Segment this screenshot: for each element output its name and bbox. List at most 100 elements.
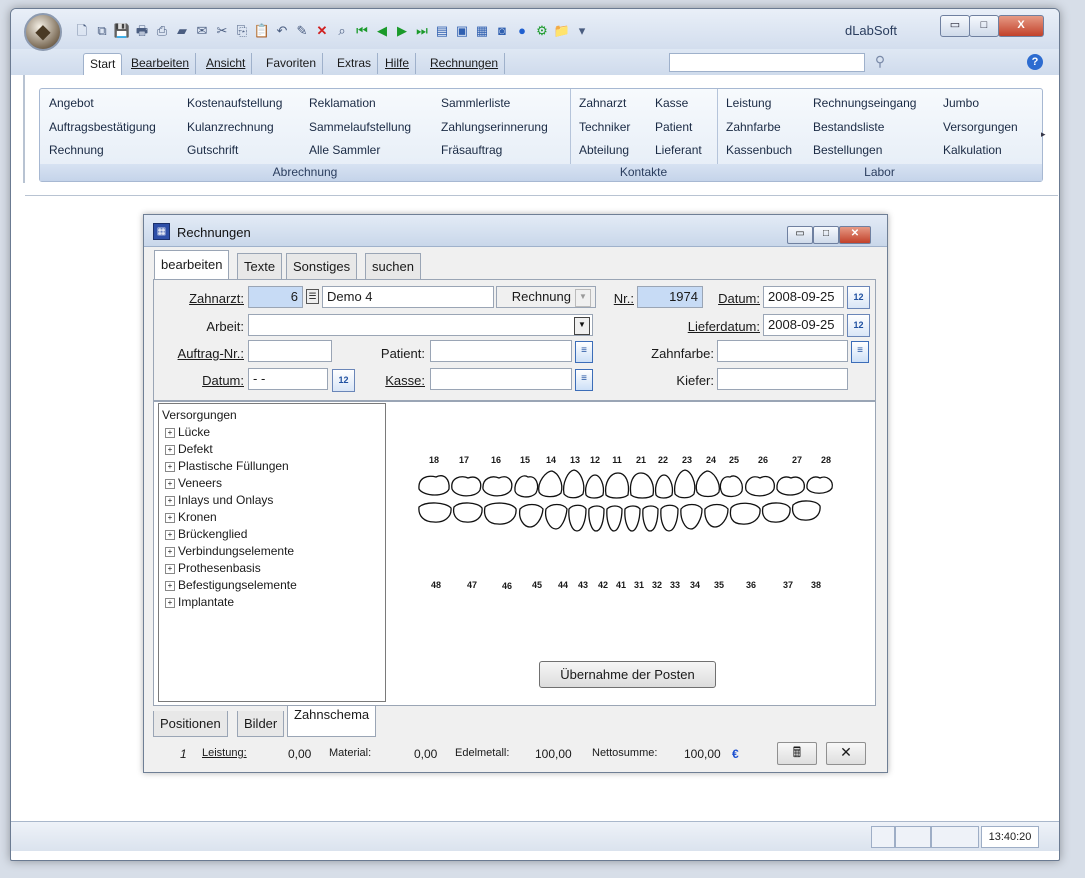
ribbon-scroll-right-icon[interactable]: ▸ — [1041, 129, 1049, 143]
edit-icon[interactable]: ✎ — [293, 22, 311, 40]
new-document-icon[interactable]: 🗋 — [73, 22, 91, 40]
eraser-icon[interactable]: ▰ — [173, 22, 191, 40]
folder-icon[interactable]: 📁 — [553, 22, 571, 40]
chevron-down-icon[interactable]: ▼ — [574, 317, 590, 335]
ribbon-item-zahnarzt[interactable]: Zahnarzt — [579, 96, 626, 110]
tab-zahnschema[interactable]: Zahnschema — [287, 706, 377, 737]
copy-document-icon[interactable]: ⧉ — [93, 22, 111, 40]
ribbon-item-reklamation[interactable]: Reklamation — [309, 96, 376, 110]
find-icon[interactable]: ⌕ — [333, 22, 351, 40]
uebernahme-button[interactable]: Übernahme der Posten — [539, 661, 716, 688]
tree-item[interactable]: + Brückenglied — [165, 527, 247, 541]
tools-icon[interactable]: ⚙ — [533, 22, 551, 40]
tab-bilder[interactable]: Bilder — [237, 711, 285, 737]
tree-item[interactable]: + Kronen — [165, 510, 217, 524]
print-icon[interactable]: 🖶 — [133, 22, 151, 40]
paste-icon[interactable]: 📋 — [253, 22, 271, 40]
zahnarzt-number-field[interactable]: 6 — [248, 286, 303, 308]
cancel-button[interactable]: ✕ — [826, 742, 866, 765]
delete-icon[interactable]: ✕ — [313, 22, 331, 40]
nr-field[interactable]: 1974 — [637, 286, 703, 308]
arbeit-field[interactable] — [248, 314, 593, 336]
expand-icon[interactable]: + — [165, 580, 175, 591]
zahnfarbe-list-icon[interactable]: ≡ — [851, 341, 869, 363]
menu-tab-hilfe[interactable]: Hilfe — [379, 53, 417, 74]
cut-icon[interactable]: ✂ — [213, 22, 231, 40]
ribbon-item-jumbo[interactable]: Jumbo — [943, 96, 979, 110]
mail-icon[interactable]: ✉ — [193, 22, 211, 40]
search-input[interactable] — [669, 53, 865, 72]
ribbon-item-lieferant[interactable]: Lieferant — [655, 143, 702, 157]
lieferdatum-field[interactable]: 2008-09-25 — [763, 314, 844, 336]
ribbon-item-bestandsliste[interactable]: Bestandsliste — [813, 120, 884, 134]
expand-icon[interactable]: + — [165, 444, 175, 455]
ribbon-item-auftragsbestaetigung[interactable]: Auftragsbestätigung — [49, 120, 156, 134]
tree-item[interactable]: + Veneers — [165, 476, 222, 490]
tree-root[interactable]: Versorgungen — [162, 408, 237, 422]
expand-icon[interactable]: + — [165, 529, 175, 540]
previous-record-icon[interactable]: ◀ — [373, 22, 391, 40]
teeth-chart[interactable] — [416, 467, 846, 567]
undo-icon[interactable]: ↶ — [273, 22, 291, 40]
versorgungen-tree[interactable]: Versorgungen + Lücke + Defekt + Plastische … — [158, 403, 386, 702]
expand-icon[interactable]: + — [165, 427, 175, 438]
zahnfarbe-field[interactable] — [717, 340, 848, 362]
ribbon-item-bestellungen[interactable]: Bestellungen — [813, 143, 882, 157]
tab-sonstiges[interactable]: Sonstiges — [286, 253, 358, 279]
kiefer-field[interactable] — [717, 368, 848, 390]
expand-icon[interactable]: + — [165, 563, 175, 574]
search-icon[interactable]: ⚲ — [871, 53, 889, 71]
last-record-icon[interactable]: ⏭ — [413, 22, 431, 40]
tree-item[interactable]: + Verbindungselemente — [165, 544, 294, 558]
list-view-icon[interactable]: ▤ — [433, 22, 451, 40]
tree-item[interactable]: + Defekt — [165, 442, 213, 456]
ribbon-item-angebot[interactable]: Angebot — [49, 96, 94, 110]
ribbon-item-abteilung[interactable]: Abteilung — [579, 143, 629, 157]
expand-icon[interactable]: + — [165, 597, 175, 608]
save-icon[interactable]: 💾 — [113, 22, 131, 40]
calendar-icon[interactable]: 12 — [847, 314, 870, 337]
maximize-button[interactable]: □ — [969, 15, 999, 37]
zahnarzt-name-field[interactable]: Demo 4 — [322, 286, 494, 308]
ribbon-item-kulanzrechnung[interactable]: Kulanzrechnung — [187, 120, 274, 134]
kasse-field[interactable] — [430, 368, 572, 390]
chevron-down-icon[interactable]: ▼ — [575, 289, 591, 307]
expand-icon[interactable]: + — [165, 461, 175, 472]
help-icon[interactable]: ? — [1027, 54, 1043, 70]
camera-icon[interactable]: ◙ — [493, 22, 511, 40]
list-icon[interactable]: ☰ — [306, 289, 319, 304]
menu-tab-extras[interactable]: Extras — [331, 53, 379, 74]
ribbon-item-kasse[interactable]: Kasse — [655, 96, 688, 110]
patient-field[interactable] — [430, 340, 572, 362]
tree-item[interactable]: + Plastische Füllungen — [165, 459, 289, 473]
image-icon[interactable]: ▣ — [453, 22, 471, 40]
tree-item[interactable]: + Befestigungselemente — [165, 578, 297, 592]
help-circle-icon[interactable]: ● — [513, 22, 531, 40]
ribbon-item-kassenbuch[interactable]: Kassenbuch — [726, 143, 792, 157]
tree-item[interactable]: + Implantate — [165, 595, 234, 609]
tree-item[interactable]: + Inlays und Onlays — [165, 493, 273, 507]
tab-positionen[interactable]: Positionen — [153, 711, 228, 737]
child-maximize-button[interactable]: □ — [813, 226, 839, 244]
minimize-button[interactable]: ▭ — [940, 15, 970, 37]
ribbon-item-rechnungseingang[interactable]: Rechnungseingang — [813, 96, 916, 110]
first-record-icon[interactable]: ⏮ — [353, 22, 371, 40]
patient-list-icon[interactable]: ≡ — [575, 341, 593, 363]
ribbon-item-zahnfarbe[interactable]: Zahnfarbe — [726, 120, 781, 134]
copy-icon[interactable]: ⎘ — [233, 22, 251, 40]
calculator-button[interactable]: 🖩 — [777, 742, 817, 765]
calendar-icon[interactable]: 12 — [847, 286, 870, 309]
ribbon-item-techniker[interactable]: Techniker — [579, 120, 630, 134]
ribbon-item-leistung[interactable]: Leistung — [726, 96, 771, 110]
menu-tab-rechnungen[interactable]: Rechnungen — [424, 53, 506, 74]
datum-field[interactable]: 2008-09-25 — [763, 286, 844, 308]
child-close-button[interactable]: ✕ — [839, 226, 871, 244]
ribbon-item-gutschrift[interactable]: Gutschrift — [187, 143, 238, 157]
calendar-icon[interactable]: 12 — [332, 369, 355, 392]
menu-tab-start[interactable]: Start — [83, 53, 123, 75]
close-button[interactable]: X — [998, 15, 1044, 37]
tab-suchen[interactable]: suchen — [365, 253, 421, 279]
tab-texte[interactable]: Texte — [237, 253, 283, 279]
ribbon-item-sammelaufstellung[interactable]: Sammelaufstellung — [309, 120, 411, 134]
menu-tab-ansicht[interactable]: Ansicht — [200, 53, 253, 74]
